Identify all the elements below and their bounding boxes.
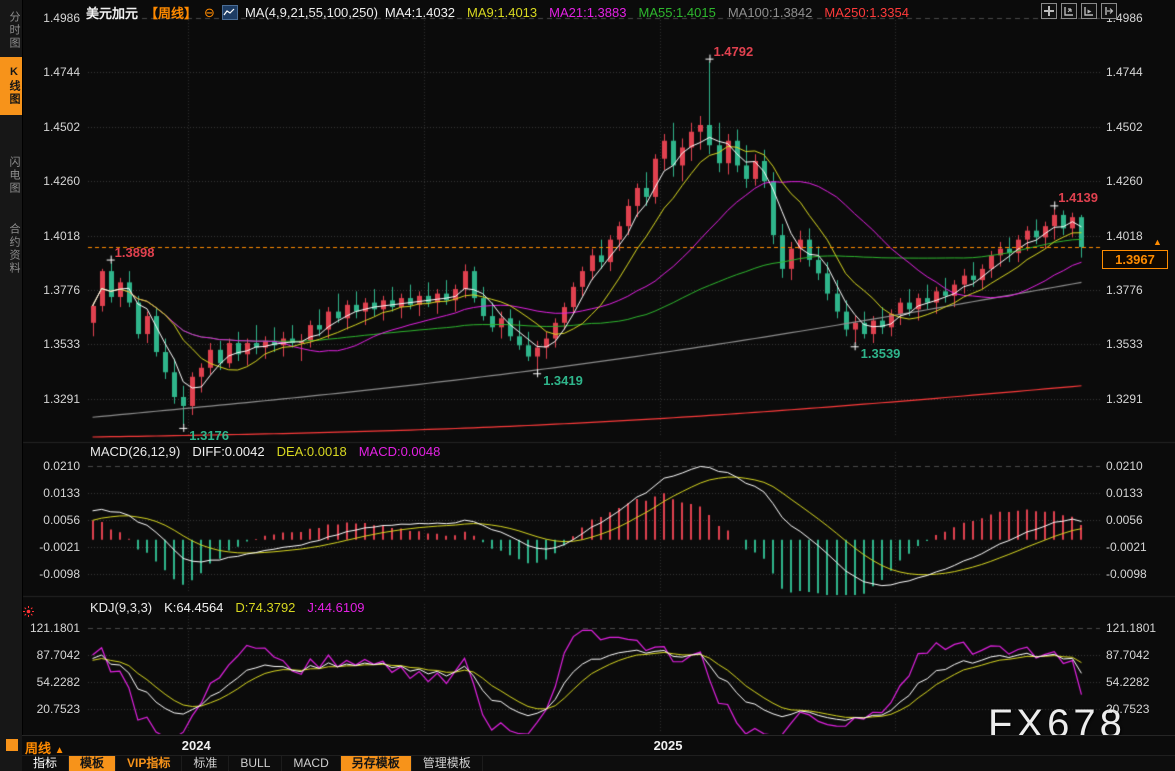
- toolbar-button-1[interactable]: 指标: [22, 756, 69, 771]
- axis-tick-label: 1.4986: [22, 11, 80, 25]
- swing-high-label: 1.4139: [1058, 191, 1098, 204]
- axis-tick-label: 1.4260: [22, 174, 80, 188]
- step-forward-icon[interactable]: [1081, 3, 1097, 19]
- swing-low-label: 1.3419: [543, 374, 583, 387]
- axis-tick-label: 1.4018: [1106, 229, 1143, 243]
- main-chart-header: 美元加元 【周线】 ⊖ MA(4,9,21,55,100,250) MA4:1.…: [86, 3, 909, 22]
- kdj-title: KDJ(9,3,3): [90, 600, 152, 615]
- time-axis-year: 2025: [654, 738, 683, 753]
- axis-tick-label: 0.0133: [1106, 486, 1143, 500]
- fit-vertical-icon[interactable]: [1061, 3, 1077, 19]
- chart-application-window: 分时图K线图闪电图合约资料 美元加元 【周线】 ⊖ MA(4,9,21,55,1…: [0, 0, 1175, 771]
- axis-tick-label: 1.3291: [22, 392, 80, 406]
- kdj-values-list: K:64.4564 D:74.3792 J:44.6109: [164, 600, 364, 615]
- axis-tick-label: -0.0098: [1106, 567, 1147, 581]
- axis-tick-label: 87.7042: [1106, 648, 1149, 662]
- ma-values-list: MA4:1.4032 MA9:1.4013 MA21:1.3883 MA55:1.40…: [385, 5, 909, 20]
- axis-tick-label: 1.3776: [22, 283, 80, 297]
- macd-value: DIFF:0.0042: [192, 444, 264, 459]
- macd-value: DEA:0.0018: [277, 444, 347, 459]
- macd-value: MACD:0.0048: [359, 444, 441, 459]
- axis-tick-label: 0.0056: [1106, 513, 1143, 527]
- toolbar-button-5[interactable]: BULL: [229, 756, 282, 771]
- swing-high-label: 1.4792: [713, 45, 753, 58]
- corner-indicator[interactable]: [6, 739, 18, 751]
- ma-group-label: MA(4,9,21,55,100,250): [245, 5, 378, 20]
- ma-value: MA250:1.3354: [824, 5, 909, 20]
- axis-tick-label: 0.0210: [1106, 459, 1143, 473]
- toolbar-button-3[interactable]: VIP指标: [116, 756, 182, 771]
- axis-tick-label: 1.4744: [1106, 65, 1143, 79]
- ma-indicator-icon[interactable]: [222, 5, 238, 20]
- bottom-template-toolbar: 指标模板VIP指标标准BULLMACD另存模板管理模板: [22, 755, 1175, 771]
- toolbar-button-4[interactable]: 标准: [182, 756, 229, 771]
- macd-title: MACD(26,12,9): [90, 444, 180, 459]
- axis-tick-label: -0.0021: [22, 540, 80, 554]
- toolbar-button-7[interactable]: 另存模板: [341, 756, 412, 771]
- period-tag[interactable]: 【周线】: [145, 3, 197, 22]
- crosshair-icon[interactable]: [1041, 3, 1057, 19]
- ma-value: MA100:1.3842: [728, 5, 813, 20]
- axis-tick-label: 1.4502: [22, 120, 80, 134]
- kdj-value: D:74.3792: [235, 600, 295, 615]
- sidebar-tab-4[interactable]: 合约资料: [0, 209, 22, 289]
- axis-tick-label: 1.3533: [22, 337, 80, 351]
- axis-tick-label: 87.7042: [22, 648, 80, 662]
- axis-tick-label: 1.4502: [1106, 120, 1143, 134]
- sidebar-tab-3[interactable]: 闪电图: [0, 144, 22, 206]
- symbol-name: 美元加元: [86, 3, 138, 22]
- current-price-tag: 1.3967: [1102, 250, 1168, 269]
- swing-low-label: 1.3176: [189, 429, 229, 442]
- axis-tick-label: 0.0056: [22, 513, 80, 527]
- kdj-value: K:64.4564: [164, 600, 223, 615]
- time-axis-year: 2024: [182, 738, 211, 753]
- axis-tick-label: 1.4018: [22, 229, 80, 243]
- ma-value: MA55:1.4015: [638, 5, 715, 20]
- axis-tick-label: 1.3533: [1106, 337, 1143, 351]
- swing-high-label: 1.3898: [115, 246, 155, 259]
- axis-tick-label: 0.0133: [22, 486, 80, 500]
- price-up-arrow-icon: ▲: [1153, 238, 1162, 247]
- axis-tick-label: 121.1801: [22, 621, 80, 635]
- axis-tick-label: 54.2282: [1106, 675, 1149, 689]
- macd-values-list: DIFF:0.0042 DEA:0.0018 MACD:0.0048: [192, 444, 440, 459]
- toolbar-button-8[interactable]: 管理模板: [412, 756, 483, 771]
- sidebar-tab-1[interactable]: 分时图: [0, 4, 22, 56]
- axis-tick-label: 1.4744: [22, 65, 80, 79]
- axis-tick-label: 1.4260: [1106, 174, 1143, 188]
- macd-panel-header: MACD(26,12,9) DIFF:0.0042 DEA:0.0018 MACD:…: [90, 444, 440, 459]
- chart-toolbar-icons: [1041, 3, 1117, 19]
- ma-value: MA4:1.4032: [385, 5, 455, 20]
- ma-value: MA9:1.4013: [467, 5, 537, 20]
- kdj-value: J:44.6109: [307, 600, 364, 615]
- axis-tick-label: 1.3776: [1106, 283, 1143, 297]
- left-sidebar: 分时图K线图闪电图合约资料: [0, 0, 23, 771]
- collapse-panel-icon[interactable]: ⊖: [204, 6, 215, 19]
- candlestick-chart-canvas[interactable]: [0, 0, 1175, 771]
- kdj-panel-header: KDJ(9,3,3) K:64.4564 D:74.3792 J:44.6109: [90, 600, 365, 615]
- axis-tick-label: 121.1801: [1106, 621, 1156, 635]
- axis-tick-label: 20.7523: [22, 702, 80, 716]
- toolbar-button-2[interactable]: 模板: [69, 756, 116, 771]
- axis-tick-label: 0.0210: [22, 459, 80, 473]
- kdj-alert-icon[interactable]: [23, 604, 34, 622]
- sidebar-tab-2[interactable]: K线图: [0, 57, 22, 115]
- axis-tick-label: -0.0098: [22, 567, 80, 581]
- jump-latest-icon[interactable]: [1101, 3, 1117, 19]
- swing-low-label: 1.3539: [861, 347, 901, 360]
- ma-value: MA21:1.3883: [549, 5, 626, 20]
- axis-tick-label: 20.7523: [1106, 702, 1149, 716]
- axis-tick-label: -0.0021: [1106, 540, 1147, 554]
- axis-tick-label: 1.3291: [1106, 392, 1143, 406]
- toolbar-button-6[interactable]: MACD: [282, 756, 340, 771]
- axis-tick-label: 54.2282: [22, 675, 80, 689]
